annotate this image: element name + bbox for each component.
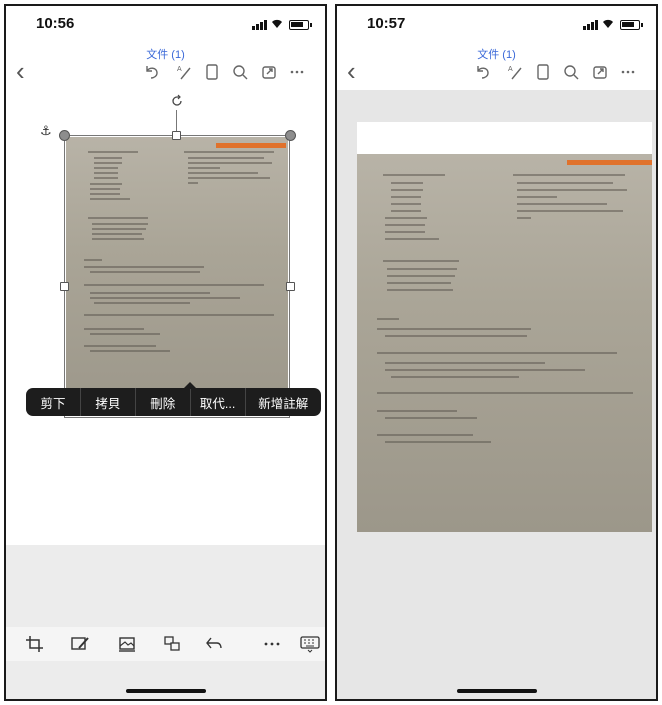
back-chevron-icon[interactable]: ‹ (347, 58, 356, 84)
document-photo[interactable] (66, 137, 288, 416)
undo-icon[interactable] (203, 634, 225, 654)
menu-item-copy[interactable]: 拷貝 (81, 388, 136, 416)
picture-toolbar (6, 627, 325, 661)
search-icon[interactable] (561, 62, 581, 82)
home-indicator (456, 689, 537, 693)
signal-icon (252, 20, 267, 30)
status-time: 10:57 (367, 15, 406, 32)
undo-icon[interactable] (473, 62, 493, 82)
menu-item-replace[interactable]: 取代... (191, 388, 246, 416)
status-bar: 10:57 (337, 6, 656, 40)
back-chevron-icon[interactable]: ‹ (16, 58, 25, 84)
resize-handle-left[interactable] (60, 282, 69, 291)
document-title: 文件 (1) (477, 49, 516, 61)
search-icon[interactable] (230, 62, 250, 82)
keyboard-icon[interactable] (299, 634, 321, 654)
undo-icon[interactable] (142, 62, 162, 82)
menu-item-add-comment[interactable]: 新增註解 (246, 388, 321, 416)
document-icon[interactable] (202, 62, 222, 82)
nav-bar: 文件 (1) ‹ A (337, 40, 656, 90)
more-icon[interactable] (287, 62, 307, 82)
resize-handle-top[interactable] (172, 131, 181, 140)
wifi-icon (272, 19, 282, 28)
resize-handle-top-left[interactable] (59, 130, 70, 141)
resize-handle-top-right[interactable] (285, 130, 296, 141)
more-icon[interactable] (261, 634, 283, 654)
more-icon[interactable] (618, 62, 638, 82)
svg-text:A: A (508, 66, 513, 73)
phone-screen-left: 10:56 文件 (1) ‹ A ⚓ 剪下 拷貝 刪除 取代... 新增註解 (4, 4, 327, 701)
signal-icon (583, 20, 598, 30)
markup-icon[interactable] (69, 634, 91, 654)
nav-bar: 文件 (1) ‹ A (6, 40, 325, 90)
home-indicator (125, 689, 206, 693)
arrange-icon[interactable] (161, 634, 183, 654)
picture-style-icon[interactable] (116, 634, 138, 654)
wifi-icon (603, 19, 613, 28)
document-title: 文件 (1) (146, 49, 185, 61)
pen-icon[interactable]: A (174, 62, 194, 82)
anchor-icon: ⚓ (40, 123, 52, 138)
status-time: 10:56 (36, 15, 75, 32)
share-icon[interactable] (590, 62, 610, 82)
phone-screen-right: 10:57 文件 (1) ‹ A (335, 4, 658, 701)
battery-icon (289, 20, 312, 30)
document-icon[interactable] (533, 62, 553, 82)
svg-text:A: A (177, 66, 182, 73)
rotate-handle-icon[interactable] (170, 94, 184, 108)
context-menu: 剪下 拷貝 刪除 取代... 新增註解 (26, 382, 321, 416)
menu-item-cut[interactable]: 剪下 (26, 388, 81, 416)
status-bar: 10:56 (6, 6, 325, 40)
crop-icon[interactable] (24, 634, 46, 654)
document-photo[interactable] (357, 154, 652, 532)
page-header-area (357, 122, 652, 154)
share-icon[interactable] (259, 62, 279, 82)
pen-icon[interactable]: A (505, 62, 525, 82)
canvas-gutter (6, 545, 325, 627)
keyboard-area (6, 661, 325, 699)
resize-handle-right[interactable] (286, 282, 295, 291)
menu-item-delete[interactable]: 刪除 (136, 388, 191, 416)
battery-icon (620, 20, 643, 30)
